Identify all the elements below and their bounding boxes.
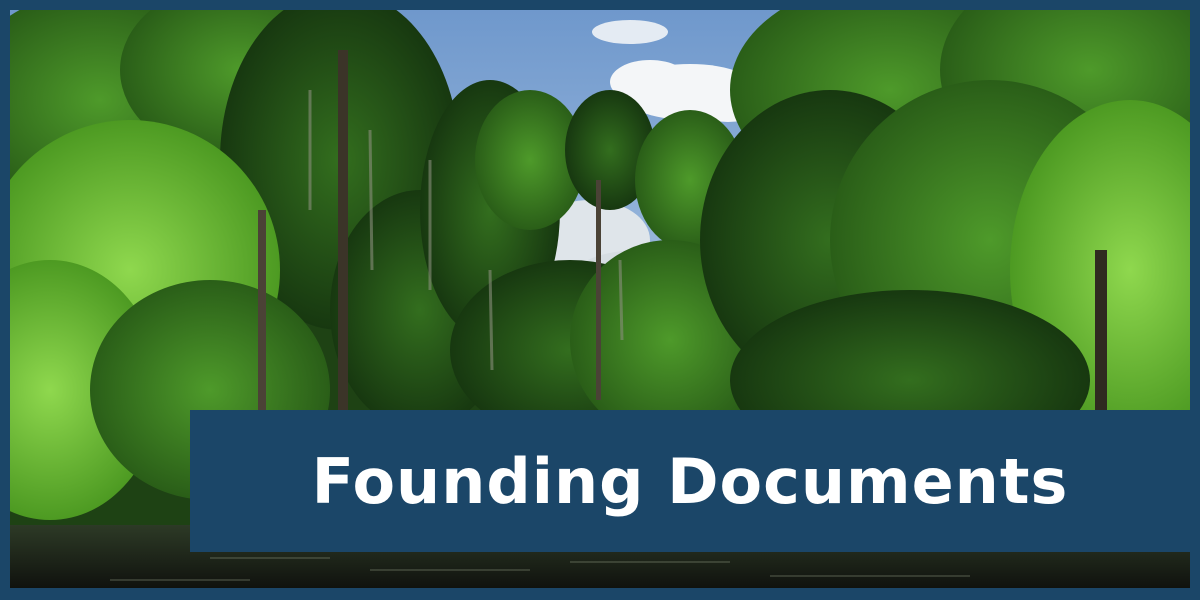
title-banner: Founding Documents	[190, 410, 1190, 552]
right-tree-mass	[700, 10, 1190, 470]
image-frame: Founding Documents	[0, 0, 1200, 600]
banner-title: Founding Documents	[311, 444, 1069, 518]
